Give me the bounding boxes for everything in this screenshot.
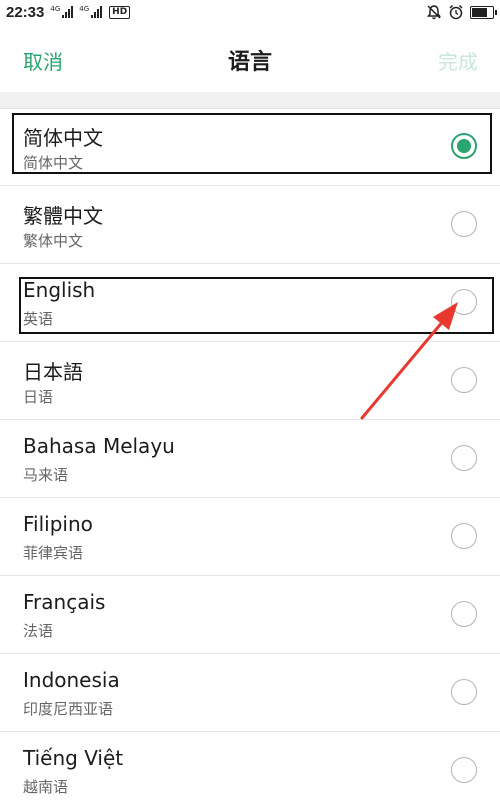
nav-header: 取消 语言 完成 <box>0 24 500 92</box>
language-item-english[interactable]: English 英语 <box>0 264 500 342</box>
language-subtitle: 英语 <box>23 310 54 328</box>
radio-button[interactable] <box>451 523 477 549</box>
signal-sim2-icon: 4G <box>79 5 103 18</box>
language-list: 简体中文 简体中文 繁體中文 繁体中文 English 英语 日本語 日语 Ba… <box>0 108 500 800</box>
signal-sim1-icon: 4G <box>50 5 74 18</box>
language-item-japanese[interactable]: 日本語 日语 <box>0 342 500 420</box>
section-divider <box>0 92 500 109</box>
radio-button[interactable] <box>451 367 477 393</box>
language-name: 繁體中文 <box>23 204 103 228</box>
done-button[interactable]: 完成 <box>438 46 478 75</box>
battery-level-fill <box>472 7 488 17</box>
language-name: Bahasa Melayu <box>23 434 175 458</box>
language-item-malay[interactable]: Bahasa Melayu 马来语 <box>0 420 500 498</box>
battery-icon <box>470 5 497 19</box>
silent-bell-icon <box>427 5 441 20</box>
language-name: English <box>23 278 96 302</box>
radio-button[interactable] <box>451 133 477 159</box>
radio-button[interactable] <box>451 601 477 627</box>
radio-button[interactable] <box>451 757 477 783</box>
language-item-simplified-chinese[interactable]: 简体中文 简体中文 <box>0 108 500 186</box>
language-subtitle: 菲律宾语 <box>23 544 84 562</box>
language-name: 简体中文 <box>23 126 103 150</box>
language-subtitle: 印度尼西亚语 <box>23 700 114 718</box>
language-name: Tiếng Việt <box>23 746 124 770</box>
language-name: 日本語 <box>23 360 83 384</box>
status-time: 22:33 <box>6 3 45 21</box>
language-subtitle: 越南语 <box>23 778 69 796</box>
page-title: 语言 <box>227 50 272 75</box>
radio-button[interactable] <box>451 445 477 471</box>
language-name: Filipino <box>23 512 93 536</box>
language-name: Indonesia <box>23 668 120 692</box>
radio-button[interactable] <box>451 679 477 705</box>
status-left: 22:33 4G 4G HD <box>0 3 131 21</box>
hd-voice-icon: HD <box>109 5 131 19</box>
language-item-indonesian[interactable]: Indonesia 印度尼西亚语 <box>0 654 500 732</box>
status-bar: 22:33 4G 4G HD <box>0 0 500 24</box>
language-item-filipino[interactable]: Filipino 菲律宾语 <box>0 498 500 576</box>
language-subtitle: 法语 <box>23 622 54 640</box>
language-item-french[interactable]: Français 法语 <box>0 576 500 654</box>
status-right <box>426 4 500 20</box>
language-subtitle: 简体中文 <box>23 154 84 172</box>
sim2-network-tag: 4G <box>79 5 90 13</box>
language-settings-screen: 22:33 4G 4G HD 取消 语言 完成 简体中文 简体中文 繁體中文 繁… <box>0 0 500 800</box>
language-item-traditional-chinese[interactable]: 繁體中文 繁体中文 <box>0 186 500 264</box>
language-subtitle: 马来语 <box>23 466 69 484</box>
language-name: Français <box>23 590 106 614</box>
alarm-clock-icon <box>449 4 463 20</box>
language-item-vietnamese[interactable]: Tiếng Việt 越南语 <box>0 732 500 800</box>
language-subtitle: 繁体中文 <box>23 232 84 250</box>
radio-button[interactable] <box>451 289 477 315</box>
radio-button[interactable] <box>451 211 477 237</box>
language-subtitle: 日语 <box>23 388 54 406</box>
sim1-network-tag: 4G <box>50 5 61 13</box>
